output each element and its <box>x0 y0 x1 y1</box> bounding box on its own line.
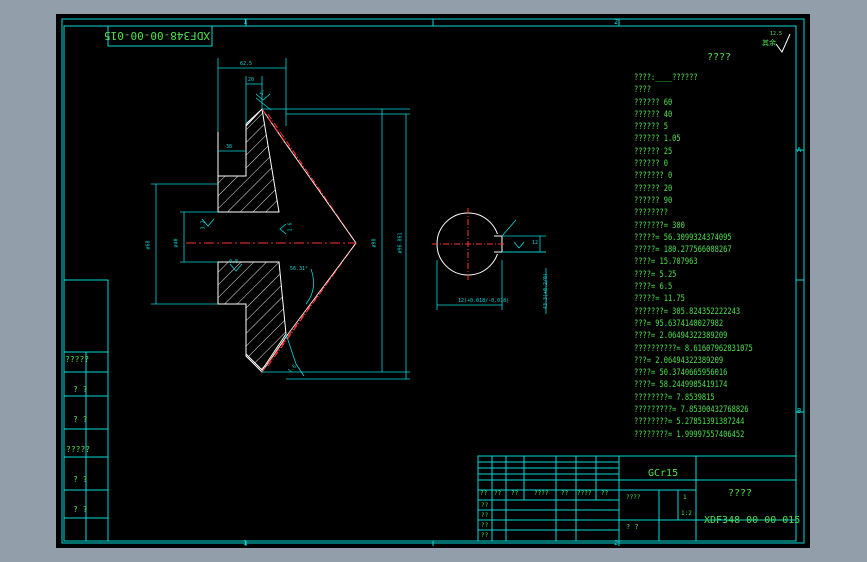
tb-row-label-2: ?? <box>511 490 519 497</box>
param-row: ????????= 1.99997557406452 <box>634 429 745 440</box>
dim-bore-dia: ø40 <box>173 238 180 248</box>
param-row: ????????= 5.27851391387244 <box>634 417 745 428</box>
param-row: ?????? 5 <box>634 122 668 133</box>
param-row: ?????= 180.277566008267 <box>634 245 732 256</box>
drawing-sheet: XDF348-00-00-015 1 2 1 2 A B 其余 12.5 ???… <box>56 14 810 548</box>
roughness-label: 其余 <box>762 39 776 47</box>
param-row: ??????? 0 <box>634 171 673 182</box>
param-row: ????= 2.06494322389209 <box>634 331 728 342</box>
param-row: ?????????= 7.85300432768826 <box>634 405 749 416</box>
zone-label-bottom-1: 1 <box>243 539 248 547</box>
upper-section <box>217 107 280 213</box>
dim-roughness-b: 1.6 <box>287 222 294 232</box>
dim-keyway-w: 12 <box>532 240 539 246</box>
sign-row-3: ?? <box>481 532 489 539</box>
tb-row-label-5: ???? <box>577 490 592 497</box>
param-row: ?????? 0 <box>634 159 668 170</box>
strip-label-3: ????? <box>66 445 91 454</box>
gear-section-view <box>151 58 410 380</box>
strip-label-0: ????? <box>65 355 90 364</box>
sign-row-2: ?? <box>481 522 489 529</box>
drawing-number-label: XDF348-00-00-015 <box>704 515 801 526</box>
tb-row-label-0: ?? <box>480 490 488 497</box>
sign-row-1: ?? <box>481 512 489 519</box>
param-row: ???= 95.6374140027982 <box>634 318 724 329</box>
zone-label-bottom-2: 2 <box>614 539 619 547</box>
strip-label-2: ? ? <box>73 415 88 424</box>
params-title: ???? <box>707 52 732 63</box>
dim-pitch-dia: ø96.861 <box>397 232 404 254</box>
param-row: ????= 50.3740665956016 <box>634 368 728 379</box>
dim-face-angle: 56.31° <box>290 266 309 272</box>
param-row: ????= 15.707963 <box>634 257 698 268</box>
param-row: ???????? <box>634 208 668 219</box>
param-row: ?????? 40 <box>634 109 673 120</box>
param-row: ???= 2.06494322389209 <box>634 355 724 366</box>
sheet-of: ? ? <box>626 523 639 531</box>
strip-label-4: ? ? <box>73 475 88 484</box>
param-row: ?????? 1.05 <box>634 134 681 145</box>
param-row: ??????????= 8.61607962831075 <box>634 343 753 354</box>
param-row: ????= 58.2449985419174 <box>634 380 728 391</box>
dim-hub-length: 20 <box>248 77 255 83</box>
param-row: ?????= 11.75 <box>634 294 685 305</box>
dim-keyway-w-tol: 12(+0.018/-0.018) <box>458 298 510 304</box>
tb-row-label-3: ???? <box>534 490 549 497</box>
part-name-label: ???? <box>728 488 753 499</box>
gear-parameter-table: ????:____???????????????? 60?????? 40???… <box>634 72 804 441</box>
sheet-qty: 1 <box>683 494 687 501</box>
tb-row-label-6: ?? <box>601 490 609 497</box>
dim-hub-dia: ø68 <box>145 240 152 250</box>
param-row: ????:____?????? <box>634 73 698 83</box>
dim-flange-thk: 38 <box>226 144 233 150</box>
dim-roughness-a: 3.2 <box>200 220 207 230</box>
param-row: ???????= 300 <box>634 220 685 231</box>
param-row: ????????= 7.8539815 <box>634 392 715 403</box>
strip-label-1: ? ? <box>73 385 88 394</box>
tb-row-label-4: ?? <box>561 490 569 497</box>
param-row: ?????? 25 <box>634 146 673 157</box>
param-row: ???????= 305.824352222243 <box>634 306 741 317</box>
tb-row-label-1: ?? <box>494 490 502 497</box>
roughness-value: 12.5 <box>770 31 783 37</box>
param-row: ?????= 56.3099324374095 <box>634 232 732 243</box>
dim-top-length: 62.5 <box>240 61 253 67</box>
param-row: ?????? 20 <box>634 183 673 194</box>
param-row: ?????? 60 <box>634 97 673 108</box>
flipped-drawing-number: XDF348-00-00-015 <box>104 29 210 42</box>
param-row: ?????? 90 <box>634 195 673 206</box>
dim-outer-dia: ø98 <box>371 238 378 248</box>
param-row: ???? <box>634 85 651 96</box>
dim-roughness-c: 0.8 <box>229 259 239 265</box>
scale-value: 1:2 <box>681 510 692 517</box>
sign-row-0: ?? <box>481 502 489 509</box>
scale-header: ???? <box>626 494 641 501</box>
zone-label-top-1: 1 <box>243 18 248 26</box>
zone-label-top-2: 2 <box>614 18 619 26</box>
material-label: GCr15 <box>648 468 679 479</box>
dim-keyway-depth: 43.3(+0.2/0) <box>543 272 550 310</box>
param-row: ????= 5.25 <box>634 269 677 280</box>
strip-label-5: ? ? <box>73 505 88 514</box>
param-row: ????= 6.5 <box>634 282 673 293</box>
